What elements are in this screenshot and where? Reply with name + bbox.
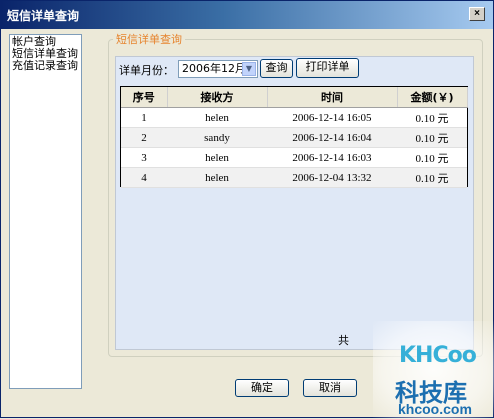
cancel-button[interactable]: 取消 <box>303 379 357 397</box>
cell-time: 2006-12-04 13:32 <box>267 167 397 188</box>
watermark: KHCoo 科技库 khcoo.com <box>373 321 494 419</box>
cell-receiver: helen <box>167 167 267 188</box>
close-button[interactable]: × <box>469 7 485 21</box>
cell-index: 3 <box>121 147 167 168</box>
table-row[interactable]: 4 helen 2006-12-04 13:32 0.10 元 <box>121 167 467 188</box>
close-icon: × <box>474 8 480 19</box>
chevron-down-icon[interactable]: ▼ <box>242 62 256 76</box>
cell-index: 1 <box>121 107 167 128</box>
table-header-row: 序号 接收方 时间 金额(￥) <box>121 87 468 108</box>
column-header-receiver: 接收方 <box>167 87 268 108</box>
sms-detail-window: 短信详单查询 × 帐户查询 短信详单查询 充值记录查询 短信详单查询 详单月份：… <box>0 0 494 419</box>
cell-time: 2006-12-14 16:05 <box>267 107 397 128</box>
cell-receiver: helen <box>167 107 267 128</box>
month-select-value: 2006年12月 <box>182 62 246 75</box>
window-title: 短信详单查询 <box>7 9 80 23</box>
ok-button[interactable]: 确定 <box>235 379 289 397</box>
title-bar: 短信详单查询 × <box>1 1 493 29</box>
group-title: 短信详单查询 <box>113 34 185 46</box>
watermark-domain: khcoo.com <box>398 401 472 417</box>
query-button[interactable]: 查询 <box>260 59 293 78</box>
watermark-logo: KHCoo <box>399 343 477 368</box>
cell-receiver: helen <box>167 147 267 168</box>
nav-list: 帐户查询 短信详单查询 充值记录查询 <box>9 34 82 389</box>
column-header-amount: 金额(￥) <box>397 87 468 108</box>
print-detail-button[interactable]: 打印详单 <box>296 58 359 78</box>
sms-detail-table: 序号 接收方 时间 金额(￥) 1 helen 2006-12-14 16:05… <box>120 86 468 188</box>
total-label: 共 <box>338 334 349 347</box>
cell-receiver: sandy <box>167 127 267 148</box>
cell-time: 2006-12-14 16:03 <box>267 147 397 168</box>
month-select[interactable]: 2006年12月 ▼ <box>178 60 258 78</box>
table-row[interactable]: 3 helen 2006-12-14 16:03 0.10 元 <box>121 147 467 168</box>
cell-amount: 0.10 元 <box>397 147 467 168</box>
month-label: 详单月份： <box>119 64 174 77</box>
table-row[interactable]: 1 helen 2006-12-14 16:05 0.10 元 <box>121 107 467 128</box>
cell-index: 2 <box>121 127 167 148</box>
cell-index: 4 <box>121 167 167 188</box>
nav-item-recharge-record-query[interactable]: 充值记录查询 <box>12 60 79 72</box>
cell-amount: 0.10 元 <box>397 167 467 188</box>
cell-amount: 0.10 元 <box>397 127 467 148</box>
table-row[interactable]: 2 sandy 2006-12-14 16:04 0.10 元 <box>121 127 467 148</box>
cell-time: 2006-12-14 16:04 <box>267 127 397 148</box>
sms-table: 序号 接收方 时间 金额(￥) 1 helen 2006-12-14 16:05… <box>121 87 468 188</box>
column-header-time: 时间 <box>267 87 398 108</box>
column-header-index: 序号 <box>121 87 168 108</box>
cell-amount: 0.10 元 <box>397 107 467 128</box>
